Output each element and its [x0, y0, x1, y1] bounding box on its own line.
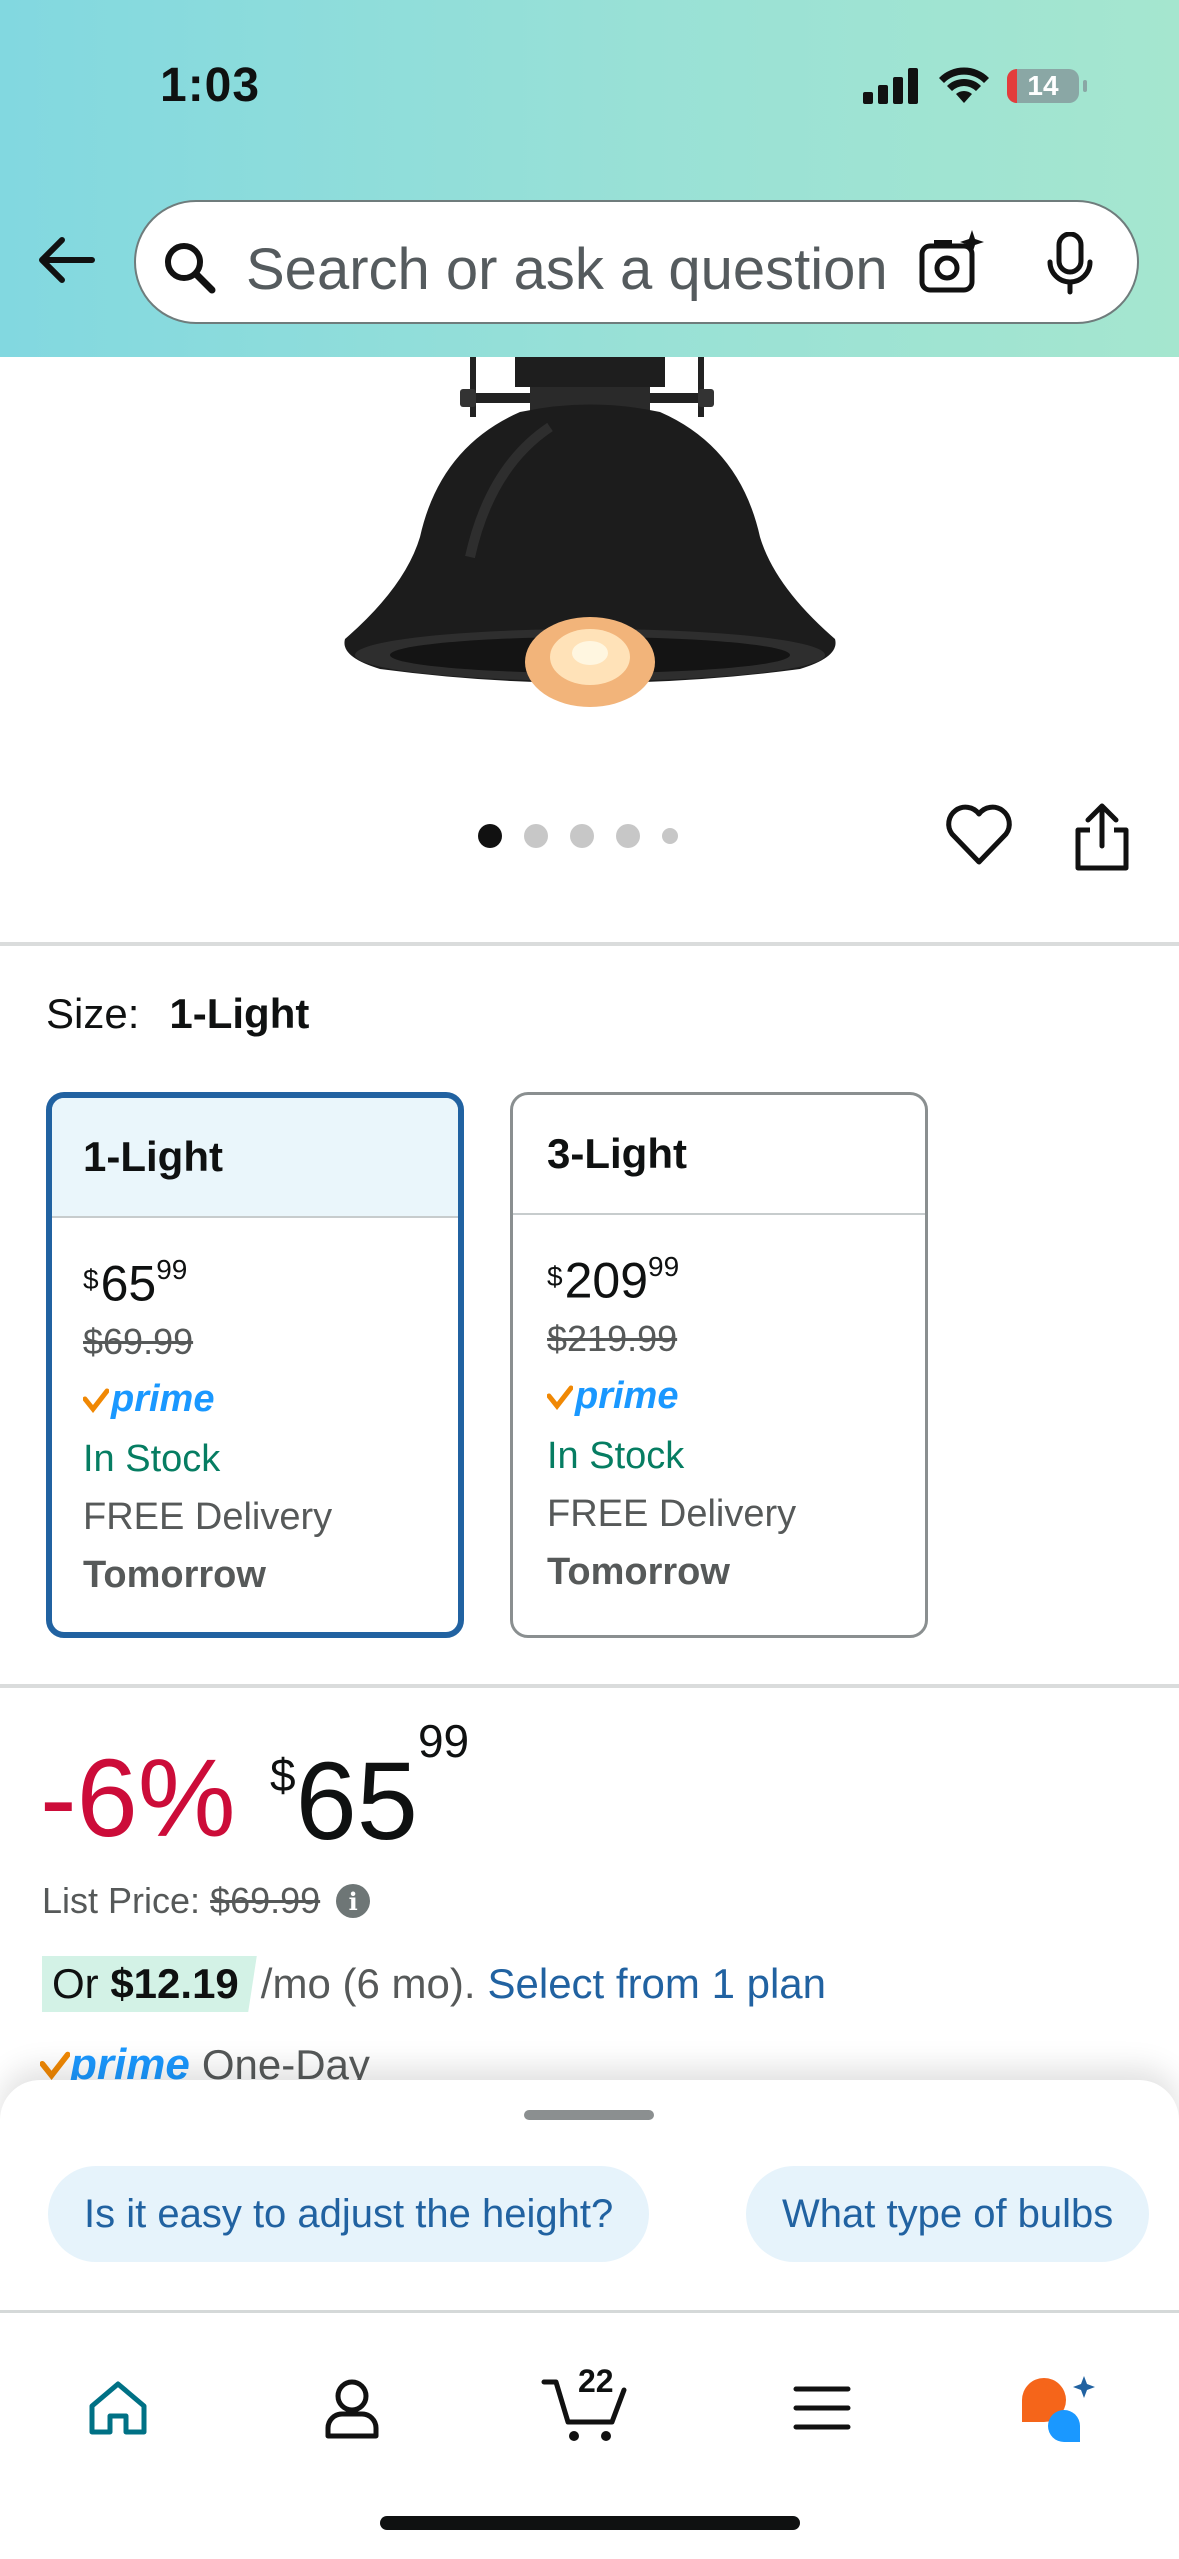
signal-icon: [863, 68, 918, 104]
carousel-dot[interactable]: [524, 824, 548, 848]
sheet-grabber[interactable]: [524, 2110, 654, 2120]
suggested-question-chip[interactable]: What type of bulbs: [746, 2166, 1150, 2262]
microphone-icon[interactable]: [1042, 232, 1098, 296]
size-label-row: Size: 1-Light: [46, 990, 309, 1038]
prime-check-icon: [40, 2051, 70, 2080]
wifi-icon: [939, 67, 989, 103]
status-time: 1:03: [160, 59, 261, 112]
home-icon: [89, 2381, 147, 2435]
prime-label: prime: [575, 1375, 679, 1418]
size-option-3-light[interactable]: 3-Light $20999 $219.99 prime In Stock FR…: [510, 1092, 928, 1638]
heart-icon[interactable]: [944, 802, 1014, 868]
size-label: Size:: [46, 990, 140, 1037]
price-fraction: 99: [648, 1251, 680, 1282]
nav-account[interactable]: [292, 2353, 412, 2463]
carousel-dot[interactable]: [570, 824, 594, 848]
header: 1:03 14 Search or ask a question: [0, 0, 1179, 357]
prime-check-icon: [83, 1388, 109, 1413]
size-selected-value: 1-Light: [169, 990, 310, 1037]
monthly-prefix: Or: [52, 1960, 99, 2007]
image-carousel-dots[interactable]: [478, 824, 678, 848]
cart-count-badge: 22: [578, 2363, 614, 2399]
currency-symbol: $: [83, 1264, 99, 1295]
size-option-was-price: $219.99: [547, 1317, 678, 1359]
price-fraction: 99: [417, 1715, 470, 1768]
delivery-day: Tomorrow: [83, 1553, 266, 1596]
camera-search-icon[interactable]: [914, 228, 986, 300]
currency-symbol: $: [547, 1261, 563, 1292]
prime-check-icon: [547, 1385, 573, 1410]
list-price-label: List Price:: [42, 1880, 201, 1921]
delivery-text: FREE Delivery: [547, 1492, 797, 1535]
home-indicator[interactable]: [380, 2516, 800, 2530]
nav-rufus-assistant[interactable]: [996, 2353, 1116, 2463]
price-whole: 209: [564, 1252, 649, 1309]
battery-level: 14: [1027, 70, 1059, 101]
size-option-price: $20999: [547, 1241, 925, 1311]
product-image[interactable]: [320, 357, 860, 717]
size-option-was-price: $69.99: [83, 1320, 194, 1362]
search-bar[interactable]: Search or ask a question: [134, 200, 1139, 324]
currency-symbol: $: [270, 1749, 296, 1801]
stock-status: In Stock: [83, 1437, 221, 1480]
monthly-amount: $12.19: [110, 1960, 239, 2007]
prime-label: prime: [111, 1378, 215, 1421]
back-arrow-icon[interactable]: [34, 228, 98, 292]
suggested-question-chip[interactable]: Is it easy to adjust the height?: [48, 2166, 650, 2262]
search-input[interactable]: Search or ask a question: [246, 236, 926, 303]
size-option-name: 1-Light: [52, 1098, 458, 1218]
share-icon[interactable]: [1072, 802, 1132, 872]
select-plan-link[interactable]: Select from 1 plan: [488, 1960, 827, 2008]
monthly-payment-row: Or $12.19 /mo (6 mo). Select from 1 plan: [42, 1956, 826, 2012]
prime-badge: prime: [547, 1367, 925, 1427]
monthly-terms: /mo (6 mo).: [260, 1960, 476, 2007]
main-price: $6599: [270, 1715, 469, 1865]
section-divider: [0, 1684, 1179, 1688]
nav-home[interactable]: [58, 2353, 178, 2463]
carousel-dot[interactable]: [616, 824, 640, 848]
delivery-text: FREE Delivery: [83, 1495, 333, 1538]
delivery-day: Tomorrow: [547, 1550, 730, 1593]
menu-icon: [793, 2386, 851, 2430]
battery-indicator: 14: [1007, 69, 1087, 103]
monthly-payment-badge: Or $12.19: [42, 1956, 257, 2012]
carousel-dot[interactable]: [662, 828, 678, 844]
discount-percent: -6%: [40, 1737, 236, 1860]
ai-assistant-icon: [1022, 2376, 1095, 2442]
status-icons: 14: [863, 66, 1087, 106]
stock-status: In Stock: [547, 1434, 685, 1477]
person-icon: [325, 2379, 379, 2439]
carousel-dot[interactable]: [478, 824, 502, 848]
list-price-value: $69.99: [210, 1880, 321, 1921]
section-divider: [0, 942, 1179, 946]
size-option-name: 3-Light: [513, 1095, 925, 1215]
price-whole: 65: [295, 1740, 418, 1863]
list-price-row: List Price: $69.99 i: [42, 1880, 371, 1922]
search-icon: [165, 243, 216, 294]
prime-badge: prime: [83, 1370, 458, 1430]
nav-cart[interactable]: 22: [526, 2353, 646, 2463]
price-whole: 65: [100, 1255, 157, 1312]
nav-menu[interactable]: [762, 2353, 882, 2463]
info-icon[interactable]: i: [336, 1884, 371, 1918]
price-fraction: 99: [156, 1254, 188, 1285]
size-option-1-light[interactable]: 1-Light $6599 $69.99 prime In Stock FREE…: [46, 1092, 464, 1638]
size-option-price: $6599: [83, 1244, 458, 1314]
